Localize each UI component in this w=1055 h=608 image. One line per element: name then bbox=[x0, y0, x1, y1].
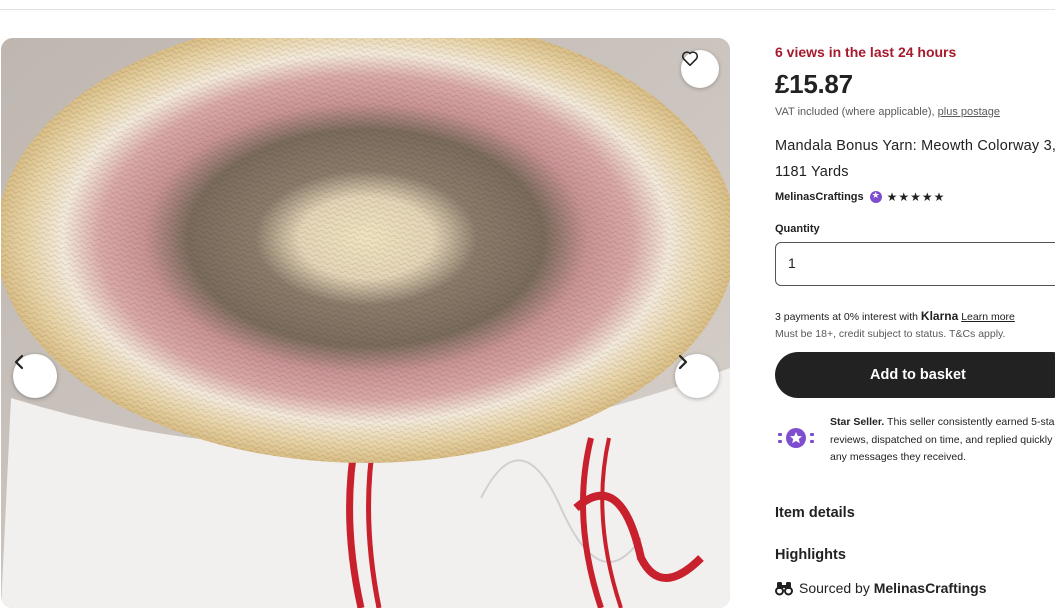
listing-image-gallery[interactable] bbox=[1, 38, 730, 608]
star-seller-description: Star Seller. This seller consistently ea… bbox=[830, 414, 1055, 467]
star-seller-title: Star Seller. bbox=[830, 416, 885, 428]
favorite-button[interactable] bbox=[681, 50, 719, 88]
price: £15.87 bbox=[775, 69, 853, 99]
item-details-heading[interactable]: Item details bbox=[775, 505, 855, 521]
sourced-by-shop-link[interactable]: MelinasCraftings bbox=[874, 580, 987, 596]
vat-text: VAT included (where applicable), bbox=[775, 106, 935, 118]
shop-info: MelinasCraftings ★ ★★★★ bbox=[775, 190, 945, 204]
sourced-by: Sourced by MelinasCraftings bbox=[775, 580, 987, 596]
sourced-by-prefix: Sourced by bbox=[799, 580, 870, 596]
next-image-button[interactable] bbox=[675, 354, 719, 398]
listing-title: Mandala Bonus Yarn: Meowth Colorway 3, 1… bbox=[775, 138, 1055, 180]
quantity-value: 1 bbox=[788, 255, 796, 271]
chevron-right-icon bbox=[678, 354, 688, 370]
klarna-prefix: 3 payments at 0% interest with bbox=[775, 311, 918, 323]
shop-name-link[interactable]: MelinasCraftings bbox=[775, 191, 864, 203]
rating-stars[interactable]: ★★★★★ bbox=[887, 190, 946, 204]
chevron-left-icon bbox=[14, 354, 24, 370]
star-seller-badge-icon bbox=[869, 190, 882, 203]
credit-terms: Must be 18+, credit subject to status. T… bbox=[775, 328, 1006, 340]
klarna-info: 3 payments at 0% interest with Klarna Le… bbox=[775, 309, 1015, 323]
highlights-heading: Highlights bbox=[775, 547, 846, 563]
vat-note: VAT included (where applicable), plus po… bbox=[775, 106, 1000, 118]
yarn-cake-image bbox=[1, 38, 730, 608]
views-count: 6 views in the last 24 hours bbox=[775, 44, 957, 60]
postage-link[interactable]: plus postage bbox=[938, 106, 1000, 118]
previous-image-button[interactable] bbox=[13, 354, 57, 398]
add-to-basket-button[interactable]: Add to basket bbox=[775, 352, 1055, 398]
header-divider bbox=[0, 9, 1055, 10]
quantity-select[interactable]: 1 bbox=[775, 242, 1055, 286]
klarna-learn-more-link[interactable]: Learn more bbox=[961, 311, 1015, 323]
quantity-label: Quantity bbox=[775, 223, 820, 235]
klarna-logo: Klarna bbox=[920, 309, 959, 323]
star-seller-icon bbox=[778, 428, 814, 448]
heart-icon bbox=[681, 51, 699, 66]
binoculars-icon bbox=[775, 582, 793, 596]
